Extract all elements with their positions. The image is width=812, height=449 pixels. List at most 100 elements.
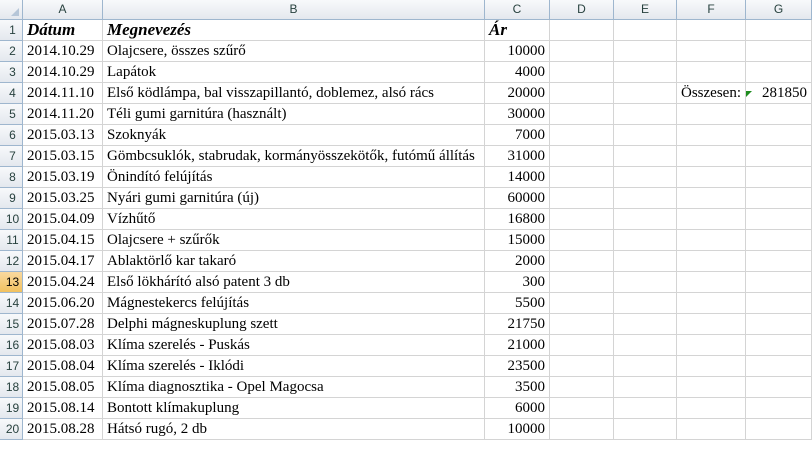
description-cell[interactable]: Mágnestekercs felújítás (103, 293, 485, 314)
cell-f16[interactable] (677, 335, 746, 356)
cell-d20[interactable] (550, 419, 614, 440)
cell-g17[interactable] (746, 356, 812, 377)
description-cell[interactable]: Bontott klímakuplung (103, 398, 485, 419)
cell-e1[interactable] (614, 20, 677, 41)
cell-g9[interactable] (746, 188, 812, 209)
price-cell[interactable]: 60000 (485, 188, 550, 209)
cell-f19[interactable] (677, 398, 746, 419)
description-cell[interactable]: Delphi mágneskuplung szett (103, 314, 485, 335)
row-header-7[interactable]: 7 (0, 146, 23, 167)
date-cell[interactable]: 2015.04.09 (23, 209, 103, 230)
description-cell[interactable]: Klíma szerelés - Puskás (103, 335, 485, 356)
cell-f15[interactable] (677, 314, 746, 335)
description-cell[interactable]: Nyári gumi garnitúra (új) (103, 188, 485, 209)
cell-e20[interactable] (614, 419, 677, 440)
cell-d13[interactable] (550, 272, 614, 293)
cell-e9[interactable] (614, 188, 677, 209)
price-cell[interactable]: 31000 (485, 146, 550, 167)
row-header-5[interactable]: 5 (0, 104, 23, 125)
total-value-cell[interactable]: 281850 (746, 83, 812, 104)
price-cell[interactable]: 21000 (485, 335, 550, 356)
cell-f2[interactable] (677, 41, 746, 62)
cell-f14[interactable] (677, 293, 746, 314)
row-header-2[interactable]: 2 (0, 41, 23, 62)
cell-e19[interactable] (614, 398, 677, 419)
cell-g20[interactable] (746, 419, 812, 440)
date-cell[interactable]: 2015.08.04 (23, 356, 103, 377)
cell-f1[interactable] (677, 20, 746, 41)
cell-g14[interactable] (746, 293, 812, 314)
date-cell[interactable]: 2015.06.20 (23, 293, 103, 314)
row-header-4[interactable]: 4 (0, 83, 23, 104)
price-cell[interactable]: 7000 (485, 125, 550, 146)
cell-d3[interactable] (550, 62, 614, 83)
price-cell[interactable]: 15000 (485, 230, 550, 251)
row-header-20[interactable]: 20 (0, 419, 23, 440)
date-cell[interactable]: 2015.03.15 (23, 146, 103, 167)
cell-e12[interactable] (614, 251, 677, 272)
date-cell[interactable]: 2015.08.05 (23, 377, 103, 398)
cell-e15[interactable] (614, 314, 677, 335)
cell-d5[interactable] (550, 104, 614, 125)
price-cell[interactable]: 2000 (485, 251, 550, 272)
description-cell[interactable]: Olajcsere, összes szűrő (103, 41, 485, 62)
cell-g2[interactable] (746, 41, 812, 62)
column-header-a[interactable]: A (23, 0, 103, 20)
header-price[interactable]: Ár (485, 20, 550, 41)
date-cell[interactable]: 2015.04.17 (23, 251, 103, 272)
date-cell[interactable]: 2014.11.20 (23, 104, 103, 125)
column-header-e[interactable]: E (614, 0, 677, 20)
description-cell[interactable]: Lapátok (103, 62, 485, 83)
row-header-8[interactable]: 8 (0, 167, 23, 188)
total-label-cell[interactable]: Összesen: (677, 83, 746, 104)
cell-d2[interactable] (550, 41, 614, 62)
price-cell[interactable]: 10000 (485, 419, 550, 440)
price-cell[interactable]: 3500 (485, 377, 550, 398)
cell-g15[interactable] (746, 314, 812, 335)
cell-f9[interactable] (677, 188, 746, 209)
cell-g13[interactable] (746, 272, 812, 293)
cell-d6[interactable] (550, 125, 614, 146)
date-cell[interactable]: 2015.03.19 (23, 167, 103, 188)
cell-f8[interactable] (677, 167, 746, 188)
cell-d15[interactable] (550, 314, 614, 335)
cell-e2[interactable] (614, 41, 677, 62)
date-cell[interactable]: 2014.10.29 (23, 41, 103, 62)
row-header-13[interactable]: 13 (0, 272, 23, 293)
cell-e18[interactable] (614, 377, 677, 398)
column-header-b[interactable]: B (103, 0, 485, 20)
cell-d9[interactable] (550, 188, 614, 209)
date-cell[interactable]: 2014.10.29 (23, 62, 103, 83)
cell-f7[interactable] (677, 146, 746, 167)
cell-g7[interactable] (746, 146, 812, 167)
cell-d16[interactable] (550, 335, 614, 356)
description-cell[interactable]: Ablaktörlő kar takaró (103, 251, 485, 272)
price-cell[interactable]: 300 (485, 272, 550, 293)
select-all-corner[interactable] (0, 0, 23, 20)
cell-d14[interactable] (550, 293, 614, 314)
cell-g8[interactable] (746, 167, 812, 188)
date-cell[interactable]: 2015.03.25 (23, 188, 103, 209)
price-cell[interactable]: 14000 (485, 167, 550, 188)
description-cell[interactable]: Olajcsere + szűrők (103, 230, 485, 251)
row-header-16[interactable]: 16 (0, 335, 23, 356)
date-cell[interactable]: 2015.08.14 (23, 398, 103, 419)
cell-f11[interactable] (677, 230, 746, 251)
price-cell[interactable]: 23500 (485, 356, 550, 377)
date-cell[interactable]: 2015.03.13 (23, 125, 103, 146)
column-header-d[interactable]: D (550, 0, 614, 20)
cell-g6[interactable] (746, 125, 812, 146)
cell-f10[interactable] (677, 209, 746, 230)
cell-e7[interactable] (614, 146, 677, 167)
cell-d4[interactable] (550, 83, 614, 104)
cell-f5[interactable] (677, 104, 746, 125)
row-header-6[interactable]: 6 (0, 125, 23, 146)
cell-e4[interactable] (614, 83, 677, 104)
price-cell[interactable]: 16800 (485, 209, 550, 230)
cell-d18[interactable] (550, 377, 614, 398)
price-cell[interactable]: 21750 (485, 314, 550, 335)
description-cell[interactable]: Vízhűtő (103, 209, 485, 230)
cell-d1[interactable] (550, 20, 614, 41)
cell-f17[interactable] (677, 356, 746, 377)
cell-d10[interactable] (550, 209, 614, 230)
